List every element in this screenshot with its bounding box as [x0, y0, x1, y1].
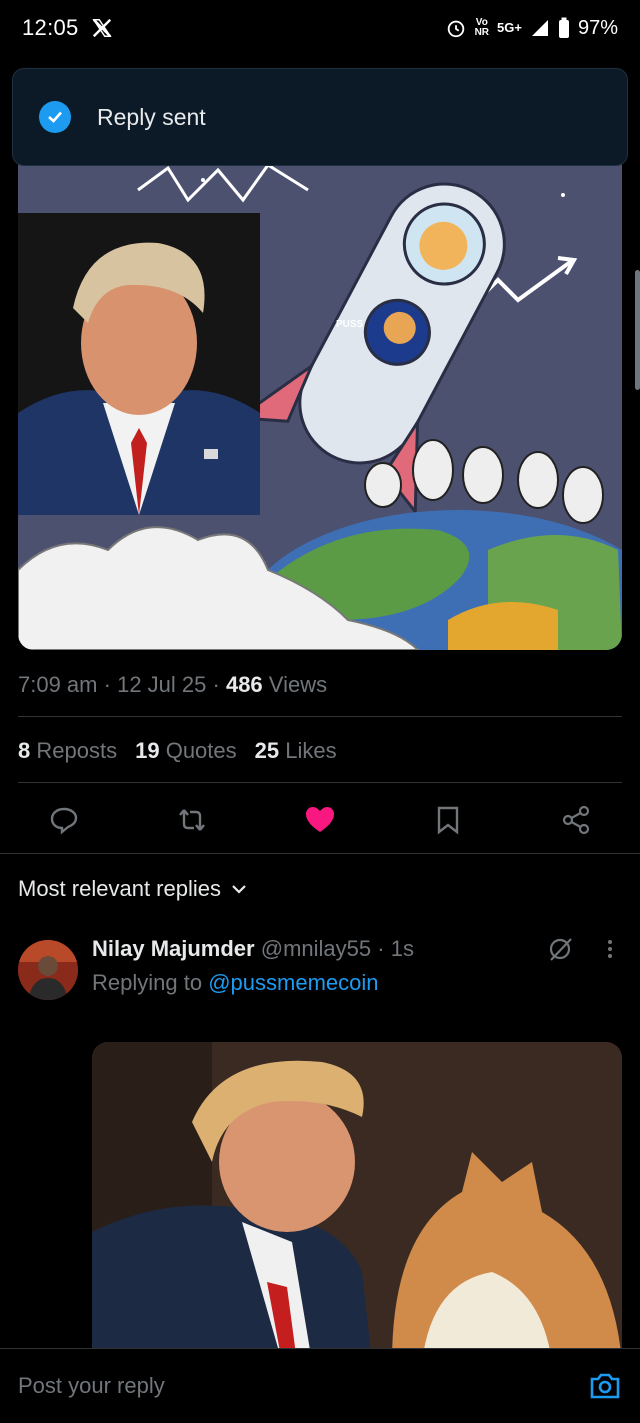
views-count: 486: [225, 672, 263, 697]
reposts-label: Reposts: [36, 738, 118, 763]
battery-percent: 97%: [577, 16, 618, 39]
camera-icon[interactable]: [588, 1369, 622, 1403]
replying-prefix: Replying to: [92, 970, 203, 995]
post-time: 7:09 am: [18, 672, 98, 697]
divider: [18, 782, 622, 783]
quotes-stat[interactable]: 19 Quotes: [135, 738, 237, 764]
replying-to-line: Replying to @pussmemecoin: [92, 970, 379, 996]
quotes-count: 19: [135, 738, 160, 763]
likes-label: Likes: [285, 738, 337, 763]
likes-stat[interactable]: 25 Likes: [255, 738, 337, 764]
scrollbar[interactable]: [635, 270, 640, 390]
replies-sort-dropdown[interactable]: Most relevant replies: [18, 876, 247, 902]
toast-message: Reply sent: [97, 103, 206, 130]
signal-type-label: 5G+: [497, 20, 522, 35]
divider: [0, 853, 640, 854]
views-label: Views: [268, 672, 328, 697]
avatar[interactable]: [18, 940, 78, 1000]
signal-strength-icon: [531, 20, 548, 36]
status-time: 12:05: [22, 15, 79, 40]
reply-time: 1s: [390, 936, 414, 961]
reply-composer[interactable]: Post your reply: [0, 1348, 640, 1423]
reply-input-placeholder[interactable]: Post your reply: [18, 1373, 165, 1399]
network-bottom-label: NR: [474, 27, 490, 38]
x-logo-icon: [91, 18, 112, 38]
reply-sent-toast: Reply sent: [12, 68, 628, 166]
divider: [18, 716, 622, 717]
post-image[interactable]: PUSS: [18, 150, 622, 650]
alarm-icon: [447, 20, 464, 38]
check-circle-icon: [39, 101, 71, 133]
like-heart-icon[interactable]: [304, 804, 336, 836]
bookmark-icon[interactable]: [432, 804, 464, 836]
volte-indicator: Vo NR: [475, 18, 489, 38]
reposts-stat[interactable]: 8 Reposts: [18, 738, 117, 764]
inset-portrait: [18, 213, 260, 515]
chevron-down-icon: [232, 885, 246, 894]
reposts-count: 8: [18, 738, 31, 763]
engagement-stats: 8 Reposts 19 Quotes 25 Likes: [18, 738, 337, 764]
reply-author-name[interactable]: Nilay Majumder: [92, 936, 255, 961]
puss-badge-text: PUSS: [336, 319, 364, 330]
separator: ·: [212, 672, 220, 697]
more-options-icon[interactable]: [597, 936, 623, 962]
post-metadata: 7:09 am · 12 Jul 25 · 486 Views: [18, 672, 327, 698]
grok-icon[interactable]: [548, 936, 574, 962]
likes-count: 25: [254, 738, 280, 763]
battery-icon: [558, 17, 569, 38]
reply-image[interactable]: [92, 1042, 622, 1362]
post-date: 12 Jul 25: [117, 672, 207, 697]
separator: ·: [377, 936, 385, 961]
status-indicators: Vo NR 5G+ 97%: [445, 17, 618, 40]
replying-to-mention[interactable]: @pussmemecoin: [208, 970, 378, 995]
post-actions: [0, 798, 640, 842]
reply-icon[interactable]: [48, 804, 80, 836]
repost-icon[interactable]: [176, 804, 208, 836]
share-icon[interactable]: [560, 804, 592, 836]
reply-author-line: Nilay Majumder @mnilay55 · 1s: [92, 936, 414, 962]
reply-image-art: [92, 1042, 622, 1362]
reply-author-handle[interactable]: @mnilay55: [261, 936, 371, 961]
separator: ·: [103, 672, 111, 697]
quotes-label: Quotes: [165, 738, 237, 763]
sort-label: Most relevant replies: [18, 876, 221, 901]
status-bar: 12:05 Vo NR 5G+ 97%: [0, 0, 640, 56]
